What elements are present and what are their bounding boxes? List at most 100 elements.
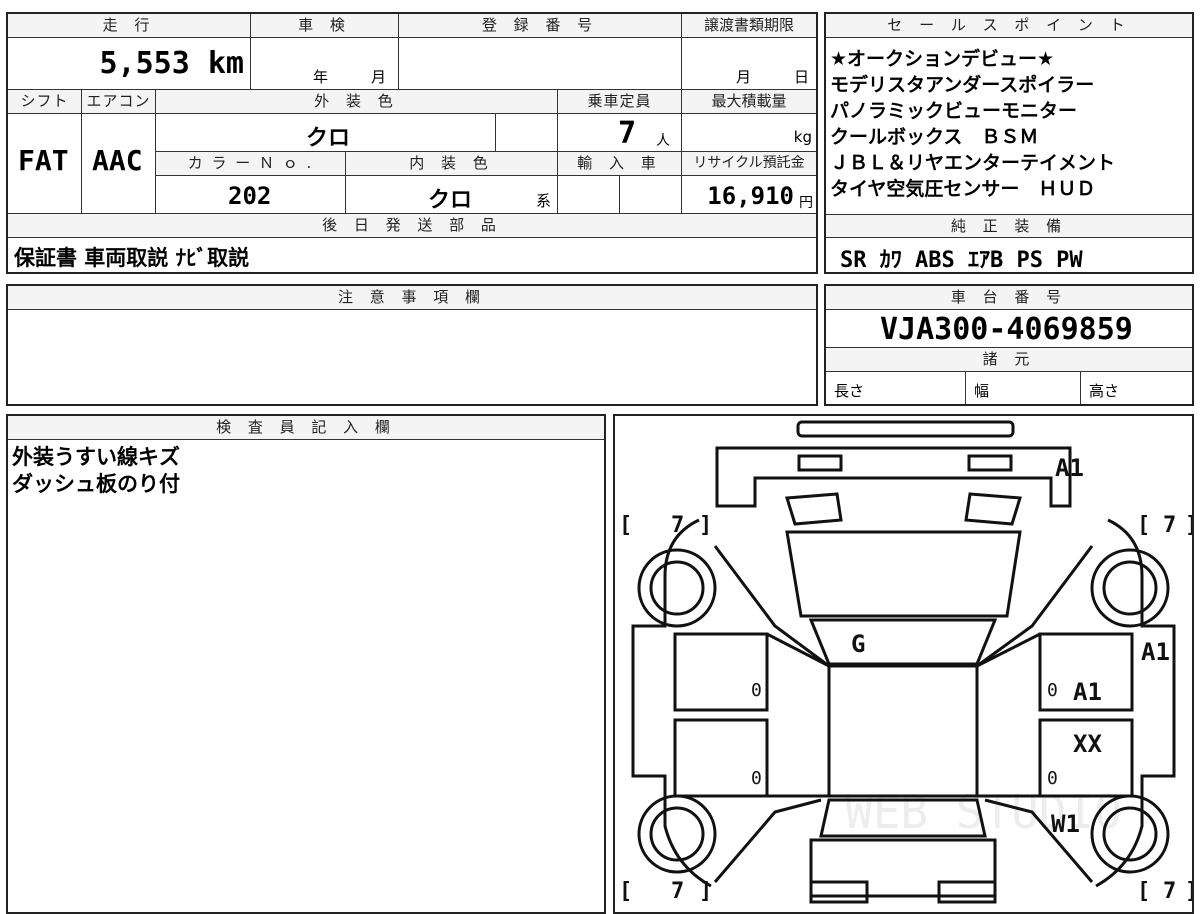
sales-points-box: セ ー ル ス ポ イ ン ト ★オークションデビュー★ モデリスタアンダースポ… [824, 12, 1194, 274]
rear-light-right [937, 880, 997, 904]
tire-depth-rear-right: 7 [1163, 879, 1176, 904]
capacity-cell: 7 人 [558, 114, 682, 152]
right-front-wheel-inner [1102, 560, 1158, 616]
month-label: 月 [371, 68, 387, 86]
svg-text:[: [ [619, 879, 632, 904]
header-shift: シフト [8, 90, 82, 114]
equipment-value: SR ｶﾜ ABS ｴｱB PS PW [840, 248, 1083, 273]
header-sales-points: セ ー ル ス ポ イ ン ト [826, 14, 1192, 38]
chassis-box: 車 台 番 号 VJA300-4069859 諸 元 長さ 幅 高さ [824, 284, 1194, 406]
exterior-color-extra [496, 114, 558, 152]
header-color-no: カ ラ ー Ｎ ｏ . [156, 152, 346, 176]
deadline-month-label: 月 [736, 68, 752, 86]
zero-mark-left-rear: 0 [751, 768, 762, 789]
header-inspector: 検 査 員 記 入 欄 [8, 416, 604, 440]
tire-depth-rear-left: 7 [671, 879, 684, 904]
svg-text:[: [ [1137, 513, 1150, 538]
spec-length-label: 長さ [834, 382, 865, 400]
sales-points-list: ★オークションデビュー★ モデリスタアンダースポイラー パノラミックビューモニタ… [830, 46, 1190, 202]
tire-depth-front-left-bracket: [ [619, 513, 632, 538]
header-inspection: 車 検 [251, 14, 399, 38]
right-a-line [976, 545, 1094, 668]
capacity-unit: 人 [656, 133, 670, 149]
header-chassis: 車 台 番 号 [826, 286, 1192, 310]
headlight-left [785, 492, 843, 526]
header-interior-color: 内 装 色 [346, 152, 558, 176]
header-equipment: 純 正 装 備 [826, 214, 1192, 238]
damage-mark-right-front-door: A1 [1073, 678, 1102, 706]
mileage-value: 5,553 km [99, 46, 245, 81]
left-front-wheel-inner [649, 560, 705, 616]
capacity-value: 7 [618, 116, 637, 151]
shift-value: FAT [18, 144, 69, 177]
exterior-color-cell: クロ [156, 114, 496, 152]
header-notes: 注 意 事 項 欄 [8, 286, 816, 310]
tire-depth-front-right: 7 [1163, 513, 1176, 538]
damage-mark-right-fender: A1 [1141, 638, 1170, 666]
rear-light-left [809, 880, 869, 904]
chassis-number: VJA300-4069859 [880, 312, 1133, 347]
header-later-parts: 後 日 発 送 部 品 [8, 214, 816, 238]
spec-length: 長さ [826, 372, 966, 404]
svg-text:]: ] [1185, 513, 1192, 538]
later-parts-value: 保証書 車両取説 ﾅﾋﾞ取説 [14, 246, 250, 270]
spec-width-label: 幅 [974, 382, 990, 400]
color-no-value: 202 [228, 182, 272, 210]
rear-hatch [809, 838, 997, 898]
vehicle-info-table: 走 行 車 検 登 録 番 号 譲渡書類期限 5,553 km 年 月 月 日 … [6, 12, 818, 274]
header-transfer-deadline: 譲渡書類期限 [682, 14, 816, 38]
yen-unit: 円 [799, 195, 813, 211]
color-no-cell: 202 [156, 176, 346, 214]
inspector-note-line: ダッシュ板のり付 [12, 472, 180, 496]
notes-box: 注 意 事 項 欄 [6, 284, 818, 406]
damage-mark-right-rear-fender: W1 [1051, 810, 1080, 838]
sales-point-line: ＪＢＬ＆リヤエンターテイメント [830, 152, 1116, 174]
damage-mark-windshield: G [851, 630, 865, 658]
later-parts-cell: 保証書 車両取説 ﾅﾋﾞ取説 [8, 238, 816, 272]
header-distance: 走 行 [8, 14, 251, 38]
deadline-cell: 月 日 [682, 38, 816, 90]
tire-depth-front-left: 7 [671, 513, 684, 538]
front-grille-right [967, 454, 1013, 472]
registration-cell [399, 38, 682, 90]
aircon-cell: AAC [82, 114, 156, 214]
year-label: 年 [313, 68, 329, 86]
hood [785, 530, 1022, 618]
interior-color-value: クロ [428, 188, 473, 213]
header-recycle: リサイクル預託金 [682, 152, 816, 176]
header-capacity: 乗車定員 [558, 90, 682, 114]
header-specs: 諸 元 [826, 348, 1192, 372]
sales-point-line: ★オークションデビュー★ [830, 48, 1055, 70]
sales-point-line: パノラミックビューモニター [830, 100, 1078, 122]
damage-mark-right-rear-door: XX [1073, 730, 1102, 758]
header-aircon: エアコン [82, 90, 156, 114]
inspector-box: 検 査 員 記 入 欄 外装うすい線キズ ダッシュ板のり付 [6, 414, 606, 914]
sales-point-line: タイヤ空気圧センサー ＨＵＤ [830, 178, 1096, 200]
svg-text:[: [ [1137, 879, 1150, 904]
chassis-cell: VJA300-4069859 [826, 310, 1192, 348]
car-outline-svg: WEB STUDIO [7] [7 [7] [7 0 0 0 0 A… [619, 420, 1192, 904]
recycle-cell: 16,910 円 [682, 176, 816, 214]
left-c-line [713, 798, 822, 883]
zero-mark-right-rear: 0 [1047, 768, 1058, 789]
front-grille-left [797, 454, 843, 472]
interior-suffix: 系 [536, 192, 552, 210]
mileage-cell: 5,553 km [8, 38, 251, 90]
recycle-value: 16,910 [707, 182, 794, 210]
load-unit: kg [793, 128, 812, 146]
header-import: 輸 入 車 [558, 152, 682, 176]
import-cell-a [558, 176, 620, 214]
svg-text:]: ] [699, 513, 712, 538]
inspector-note-line: 外装うすい線キズ [12, 445, 180, 469]
windshield [808, 618, 998, 666]
deadline-day-label: 日 [794, 68, 810, 86]
spec-width: 幅 [966, 372, 1081, 404]
shift-cell: FAT [8, 114, 82, 214]
zero-mark-right-front: 0 [1047, 680, 1058, 701]
aircon-value: AAC [92, 144, 143, 177]
max-load-cell: kg [682, 114, 816, 152]
import-cell-b [620, 176, 682, 214]
header-exterior-color: 外 装 色 [156, 90, 558, 114]
exterior-color-value: クロ [306, 126, 351, 151]
spec-height: 高さ [1081, 372, 1192, 404]
